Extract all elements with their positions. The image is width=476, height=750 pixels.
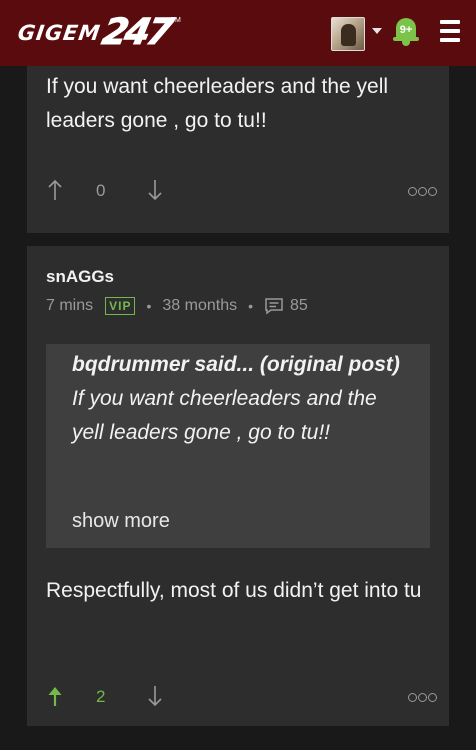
- quote-author[interactable]: bqdrummer said... (original post): [72, 353, 400, 376]
- show-more-link[interactable]: show more: [72, 510, 170, 533]
- post-meta: 7 mins VIP • 38 months • 85: [46, 295, 308, 317]
- downvote-icon[interactable]: [147, 685, 163, 707]
- logo-number: 247: [98, 12, 174, 54]
- member-tenure: 38 months: [162, 297, 238, 314]
- site-logo[interactable]: GIGEM 247 TM: [16, 12, 180, 54]
- top-navigation-bar: GIGEM 247 TM 9+: [0, 0, 476, 66]
- more-options-icon[interactable]: [408, 693, 437, 702]
- bell-icon[interactable]: 9+: [393, 15, 419, 47]
- menu-icon[interactable]: [440, 20, 460, 42]
- separator-dot: •: [248, 298, 253, 314]
- post-card: snAGGs 7 mins VIP • 38 months • 85 bqdru…: [27, 246, 449, 726]
- comment-icon: [265, 298, 283, 315]
- quote-text: bqdrummer said... (original post) If you…: [72, 348, 402, 450]
- logo-text: GIGEM: [16, 21, 103, 45]
- post-card: If you want cheerleaders and the yell le…: [27, 66, 449, 233]
- post-count: 85: [290, 297, 308, 314]
- user-avatar[interactable]: [331, 17, 365, 51]
- post-time: 7 mins: [46, 297, 94, 314]
- upvote-icon[interactable]: [47, 179, 63, 201]
- upvote-icon[interactable]: [47, 685, 63, 707]
- post-author[interactable]: snAGGs: [46, 267, 114, 287]
- quoted-post: bqdrummer said... (original post) If you…: [46, 344, 430, 548]
- vote-row: 0: [46, 179, 437, 203]
- downvote-icon[interactable]: [147, 179, 163, 201]
- vote-count: 2: [96, 687, 106, 706]
- vote-row: 2: [46, 685, 437, 709]
- notification-count: 9+: [399, 24, 413, 36]
- more-options-icon[interactable]: [408, 187, 437, 196]
- chevron-down-icon[interactable]: [372, 28, 382, 34]
- vote-count: 0: [96, 181, 106, 200]
- post-body: If you want cheerleaders and the yell le…: [46, 75, 389, 132]
- quote-body: If you want cheerleaders and the yell le…: [72, 387, 377, 444]
- vip-badge: VIP: [105, 297, 136, 315]
- post-body: Respectfully, most of us didn’t get into…: [46, 579, 422, 602]
- separator-dot: •: [146, 298, 152, 314]
